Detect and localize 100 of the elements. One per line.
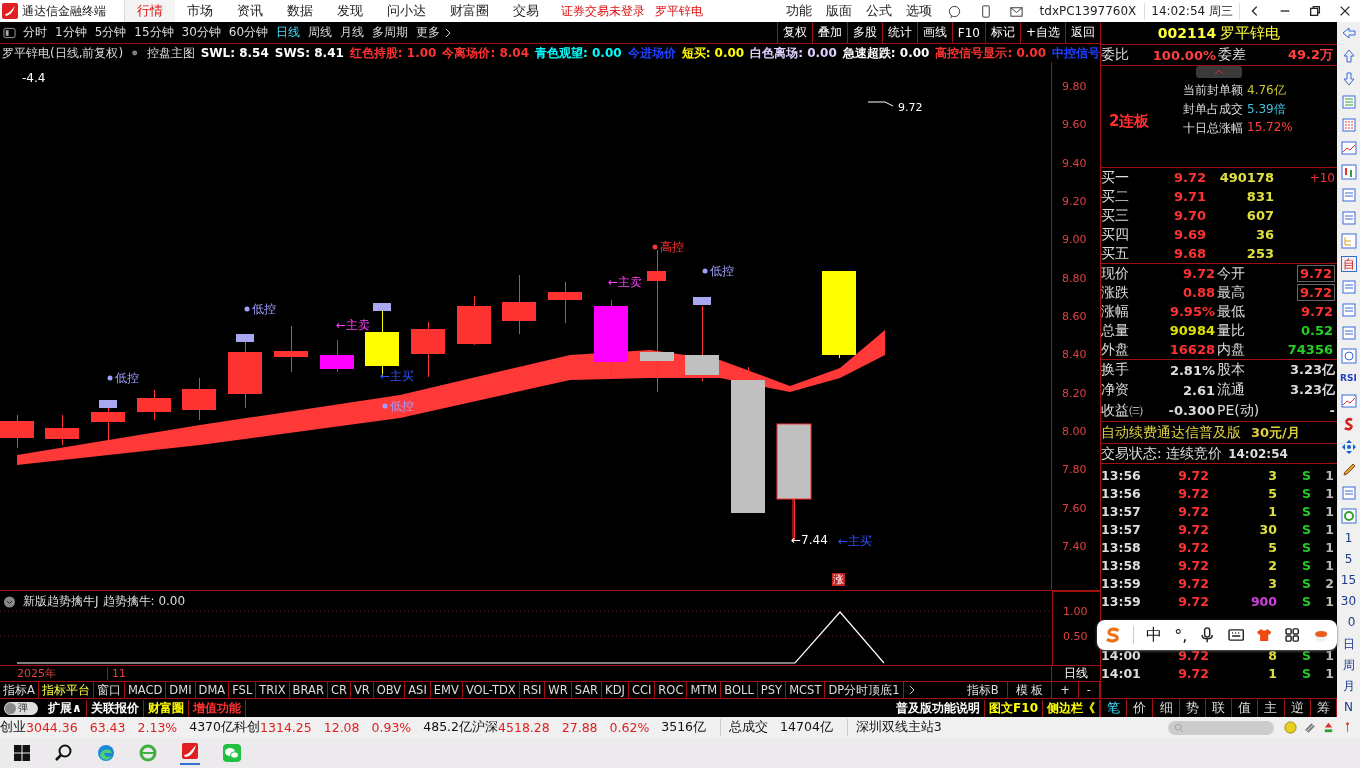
function-button[interactable]: 增值功能 xyxy=(188,699,246,717)
indicator-tab[interactable]: BRAR xyxy=(289,682,328,698)
move-icon[interactable] xyxy=(1340,438,1357,455)
menu-tab[interactable]: 交易 xyxy=(501,0,551,22)
indicator-tab[interactable]: FSL xyxy=(229,682,257,698)
line-chart-icon[interactable] xyxy=(1340,140,1357,157)
indicator-tab[interactable]: MTM xyxy=(687,682,722,698)
menu-tab[interactable]: 市场 xyxy=(175,0,225,22)
menu-item[interactable]: 选项 xyxy=(898,2,939,20)
arrow-down-icon[interactable] xyxy=(1340,71,1357,88)
login-notice[interactable]: 证券交易未登录 xyxy=(561,2,645,20)
period-tab[interactable]: 60分钟 xyxy=(224,24,273,41)
menu-tab[interactable]: 财富圈 xyxy=(438,0,501,22)
chart-tool-button[interactable]: 多股 xyxy=(846,22,882,43)
chevron-right-icon[interactable] xyxy=(907,684,916,696)
chevron-right-icon[interactable] xyxy=(444,26,453,39)
indicator-tab[interactable]: KDJ xyxy=(602,682,629,698)
indicator-tab[interactable]: DP分时顶底1 xyxy=(825,682,904,698)
chat-bubble-icon[interactable] xyxy=(946,3,962,19)
microphone-icon[interactable] xyxy=(1199,626,1216,644)
ad-text[interactable]: 自动续费通达信普及版 xyxy=(1101,423,1241,442)
restore-icon[interactable] xyxy=(1308,4,1322,18)
sidebar-button[interactable]: 0 xyxy=(1347,615,1356,630)
windows-logo-icon[interactable] xyxy=(12,743,32,763)
period-tab[interactable]: 日线 xyxy=(272,24,305,41)
indicator-tab[interactable]: 指标B xyxy=(958,682,1008,698)
sidebar-button[interactable]: 5 xyxy=(1344,552,1353,567)
period-tab[interactable]: 5分钟 xyxy=(90,24,131,41)
indicator-tab[interactable]: + xyxy=(1052,682,1079,698)
indicator-tab[interactable]: PSY xyxy=(757,682,787,698)
app-logo-icon[interactable] xyxy=(180,741,200,765)
chat-app-icon[interactable] xyxy=(222,743,242,763)
period-tab[interactable]: 周线 xyxy=(304,24,337,41)
menu-tab[interactable]: 资讯 xyxy=(225,0,275,22)
menu-tab[interactable]: 行情 xyxy=(125,0,175,22)
menu-tab[interactable]: 数据 xyxy=(275,0,325,22)
pencil-icon[interactable] xyxy=(1340,461,1357,478)
indicator-tab[interactable]: EMV xyxy=(430,682,463,698)
indicator-tab[interactable]: SAR xyxy=(571,682,603,698)
indicator-tab[interactable]: RSI xyxy=(519,682,546,698)
refresh-icon[interactable] xyxy=(1340,507,1357,524)
sidebar-button[interactable]: N xyxy=(1344,699,1353,714)
indicator-tab[interactable]: VR xyxy=(350,682,374,698)
chart-tool-button[interactable]: 叠加 xyxy=(811,22,847,43)
search-icon[interactable] xyxy=(54,743,74,763)
menu-item[interactable]: 公式 xyxy=(858,2,899,20)
period-tab[interactable]: 更多 xyxy=(412,24,445,41)
chart-tool-button[interactable]: 返回 xyxy=(1065,22,1100,43)
sidebar-button[interactable]: 1 xyxy=(1344,531,1353,546)
chart-tool-button[interactable]: F10 xyxy=(951,22,985,43)
indicator-tab[interactable]: 指标A xyxy=(0,682,39,698)
menu-tab[interactable]: 问小达 xyxy=(375,0,438,22)
indicator-tab[interactable]: ROC xyxy=(655,682,688,698)
period-tab[interactable]: 1分钟 xyxy=(51,24,91,41)
ad-price[interactable]: 30元/月 xyxy=(1251,423,1300,442)
indicator-tab[interactable]: DMI xyxy=(166,682,196,698)
menu-item[interactable]: 功能 xyxy=(778,2,819,20)
input-method-logo-icon[interactable] xyxy=(1105,626,1122,644)
sidebar-button[interactable]: 日 xyxy=(1342,636,1355,651)
candle-icon[interactable] xyxy=(1340,163,1357,180)
chart-tool-button[interactable]: 统计 xyxy=(881,22,917,43)
sidebar-button[interactable]: 15 xyxy=(1340,573,1357,588)
indicator-tab[interactable]: - xyxy=(1078,682,1100,698)
menu-tab[interactable]: 发现 xyxy=(325,0,375,22)
keyboard-icon[interactable] xyxy=(1227,626,1244,644)
search-field[interactable] xyxy=(1168,720,1274,735)
arrow-left-icon[interactable] xyxy=(1340,25,1357,41)
language-toggle[interactable]: 中 xyxy=(1146,624,1163,646)
indicator-tab[interactable]: WR xyxy=(545,682,572,698)
indicator-tab[interactable]: OBV xyxy=(373,682,406,698)
formula-name[interactable]: 控盘主图 xyxy=(146,44,195,62)
indicator-tab[interactable]: ASI xyxy=(405,682,431,698)
browser-icon[interactable] xyxy=(138,743,158,763)
indicator-tab[interactable]: VOL-TDX xyxy=(462,682,520,698)
function-button[interactable]: 普及版功能说明 xyxy=(892,699,986,717)
function-button[interactable]: 侧边栏《 xyxy=(1043,699,1100,717)
arrow-up-icon[interactable] xyxy=(1340,48,1357,65)
panel-toggle-icon[interactable] xyxy=(3,26,16,39)
period-tab[interactable]: 30分钟 xyxy=(177,24,225,41)
chart-tool-button[interactable]: 标记 xyxy=(984,22,1020,43)
chart-tool-button[interactable]: 复权 xyxy=(776,22,812,43)
function-button[interactable]: 图文F10 xyxy=(985,699,1043,717)
period-tab[interactable]: 多周期 xyxy=(368,24,413,41)
sidebar-button[interactable]: 月 xyxy=(1342,678,1355,693)
function-button[interactable]: 扩展∧ xyxy=(44,699,87,717)
function-button[interactable]: 关联报价 xyxy=(86,699,144,717)
browser-icon[interactable] xyxy=(96,743,116,763)
indicator-tab[interactable]: BOLL xyxy=(721,682,758,698)
close-icon[interactable] xyxy=(1338,4,1352,18)
indicator-tab[interactable]: TRIX xyxy=(256,682,290,698)
menu-item[interactable]: 版面 xyxy=(818,2,859,20)
indicator-tab[interactable]: 模 板 xyxy=(1007,682,1053,698)
shirt-icon[interactable] xyxy=(1256,626,1273,644)
sidebar-button[interactable]: 周 xyxy=(1342,657,1355,672)
indicator-tab[interactable]: CR xyxy=(327,682,351,698)
signal-icon[interactable] xyxy=(1322,721,1335,734)
indicator-tab[interactable]: 指标平台 xyxy=(38,682,94,698)
indicator-tab[interactable]: MCST xyxy=(786,682,826,698)
period-tab[interactable]: 月线 xyxy=(336,24,369,41)
function-button[interactable]: 财富圈 xyxy=(143,699,189,717)
